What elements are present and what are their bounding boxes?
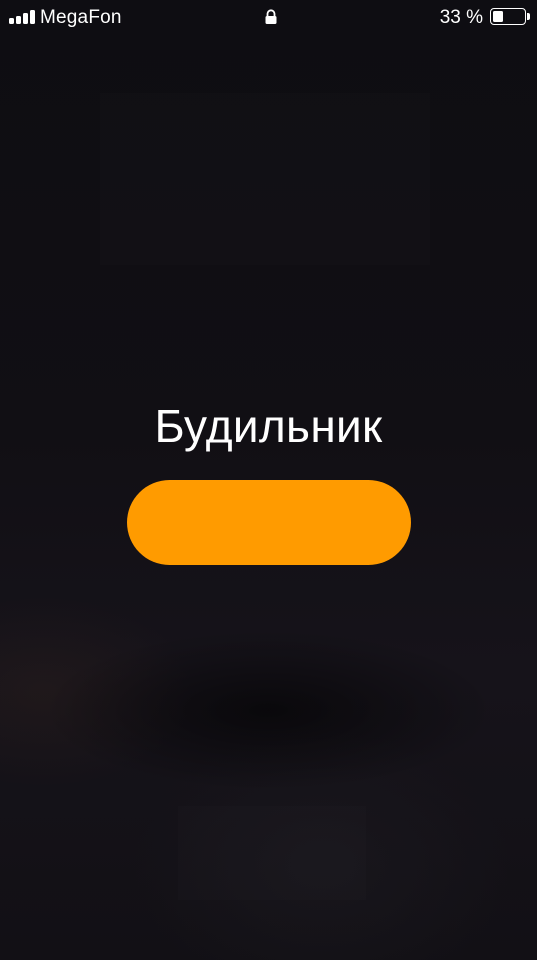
lock-icon: [265, 9, 277, 24]
background-blur-block: [178, 806, 366, 900]
battery-percentage: 33 %: [439, 7, 483, 28]
status-bar: MegaFon 33 %: [0, 0, 537, 36]
signal-strength-icon: [9, 10, 35, 24]
battery-level-fill: [493, 11, 503, 22]
background-blur-block: [100, 93, 430, 265]
battery-icon: [490, 8, 526, 25]
carrier-name: MegaFon: [40, 7, 122, 28]
alarm-title: Будильник: [154, 400, 383, 452]
battery-terminal: [527, 13, 530, 20]
alarm-stop-button[interactable]: [127, 480, 411, 565]
